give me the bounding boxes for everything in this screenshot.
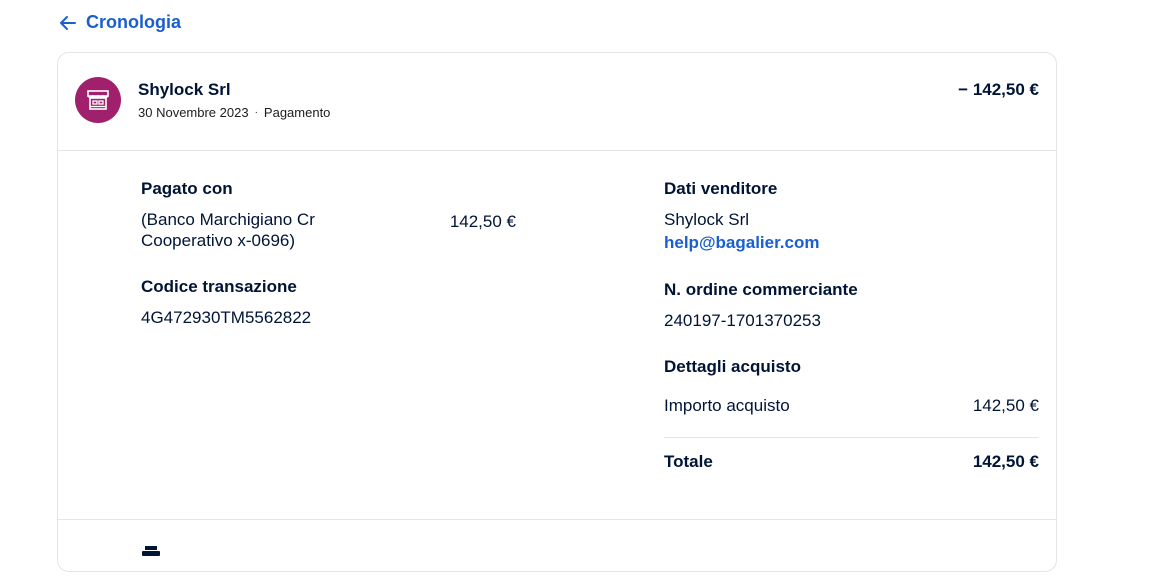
transaction-type: Pagamento xyxy=(263,105,331,120)
seller-email-link[interactable]: help@bagalier.com xyxy=(664,233,1039,253)
purchase-amount-row: Importo acquisto 142,50 € xyxy=(664,396,1039,438)
order-number: 240197-1701370253 xyxy=(664,311,821,330)
paid-amount: 142,50 € xyxy=(449,212,516,231)
seller-name: Shylock Srl xyxy=(664,210,750,229)
transaction-code-title: Codice transazione xyxy=(141,277,297,296)
seller-title: Dati venditore xyxy=(664,179,778,198)
transaction-code: 4G472930TM5562822 xyxy=(141,308,312,327)
print-icon[interactable] xyxy=(142,546,160,556)
payment-details-column: Pagato con (Banco Marchigiano Cr Coopera… xyxy=(141,179,541,328)
transaction-meta: 30 Novembre 2023 · Pagamento xyxy=(138,105,330,120)
total-row: Totale 142,50 € xyxy=(664,438,1039,472)
purchase-amount-value: 142,50 € xyxy=(972,396,1039,415)
merchant-name: Shylock Srl xyxy=(138,80,231,99)
transaction-date: 30 Novembre 2023 xyxy=(138,105,249,120)
order-number-title: N. ordine commerciante xyxy=(664,280,858,299)
total-value: 142,50 € xyxy=(972,452,1039,471)
card-footer xyxy=(58,519,1056,579)
store-icon xyxy=(87,90,109,110)
paid-with-title: Pagato con xyxy=(141,179,233,198)
arrow-left-icon xyxy=(60,15,76,30)
meta-separator: · xyxy=(254,107,258,118)
transaction-card: Shylock Srl 30 Novembre 2023 · Pagamento… xyxy=(57,52,1057,572)
paid-with-row: (Banco Marchigiano Cr Cooperativo x-0696… xyxy=(141,209,516,251)
total-label: Totale xyxy=(664,452,713,471)
merchant-avatar xyxy=(75,77,121,123)
bank-line-1: (Banco Marchigiano Cr xyxy=(141,210,315,229)
back-to-history-link[interactable]: Cronologia xyxy=(58,12,181,33)
back-link-label: Cronologia xyxy=(86,12,181,32)
purchase-details-title: Dettagli acquisto xyxy=(664,357,801,376)
transaction-amount: − 142,50 € xyxy=(958,80,1039,99)
purchase-amount-label: Importo acquisto xyxy=(664,396,790,415)
bank-line-2: Cooperativo x-0696) xyxy=(141,231,296,250)
seller-details-column: Dati venditore Shylock Srl help@bagalier… xyxy=(664,179,1039,472)
transaction-header: Shylock Srl 30 Novembre 2023 · Pagamento… xyxy=(58,53,1056,151)
funding-source: (Banco Marchigiano Cr Cooperativo x-0696… xyxy=(141,209,381,251)
